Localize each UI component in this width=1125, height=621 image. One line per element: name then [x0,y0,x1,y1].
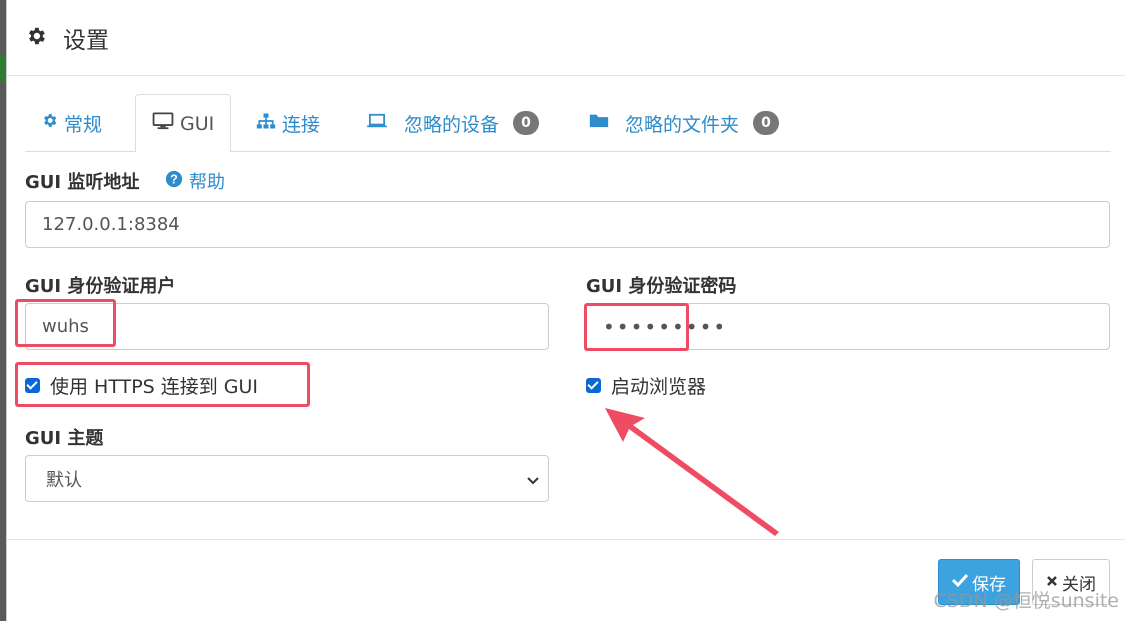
dialog-title: 设置 [63,27,109,54]
auth-user-label: GUI 身份验证用户 [25,276,176,297]
tab-ignored-folders[interactable]: 忽略的文件夹 0 [573,94,795,152]
user-highlight-box [15,299,116,347]
tab-connections[interactable]: 连接 [240,94,336,152]
laptop-icon [366,112,388,134]
settings-dialog: 设置 常规 GUI 连接 忽略的设备 0 忽略的文件夹 0 GUI 监听地址 ?… [6,0,1125,621]
help-link[interactable]: ? 帮助 [165,168,225,194]
dialog-header: 设置 [7,0,1125,76]
theme-select-value: 默认 [46,469,82,491]
svg-text:?: ? [170,172,178,186]
ignored-devices-count-badge: 0 [513,111,540,135]
tab-ignored-devices[interactable]: 忽略的设备 0 [350,94,555,152]
ignored-folders-count-badge: 0 [753,111,780,135]
sitemap-icon [256,112,276,135]
listen-address-label: GUI 监听地址 [25,172,140,193]
gear-icon [41,112,58,134]
theme-label: GUI 主题 [25,428,104,449]
footer-divider [7,539,1125,540]
tab-gui[interactable]: GUI [135,94,232,153]
https-highlight-box [15,362,310,407]
auth-password-label: GUI 身份验证密码 [586,276,737,297]
chevron-down-icon [526,472,540,493]
tab-ignored-folders-label: 忽略的文件夹 [625,113,740,136]
start-browser-label: 启动浏览器 [611,376,707,398]
tab-gui-label: GUI [180,112,215,135]
tab-connections-label: 连接 [282,113,321,136]
listen-address-input[interactable]: 127.0.0.1:8384 [25,201,1110,248]
folder-icon [589,112,609,134]
annotation-arrow-icon [605,408,779,536]
help-link-label: 帮助 [189,172,225,193]
question-circle-icon: ? [165,170,183,193]
monitor-icon [152,112,174,135]
tab-general-label: 常规 [64,113,103,136]
tab-general[interactable]: 常规 [25,94,118,152]
watermark: CSDN @恒悦sunsite [933,590,1119,612]
settings-tabs: 常规 GUI 连接 忽略的设备 0 忽略的文件夹 0 [25,94,1111,153]
gear-icon [25,25,47,51]
password-highlight-box [584,303,689,351]
start-browser-option: 启动浏览器 [586,372,706,399]
theme-select[interactable]: 默认 [25,455,549,502]
listen-address-value: 127.0.0.1:8384 [42,214,180,235]
tab-ignored-devices-label: 忽略的设备 [404,113,500,136]
start-browser-checkbox[interactable] [586,378,601,393]
